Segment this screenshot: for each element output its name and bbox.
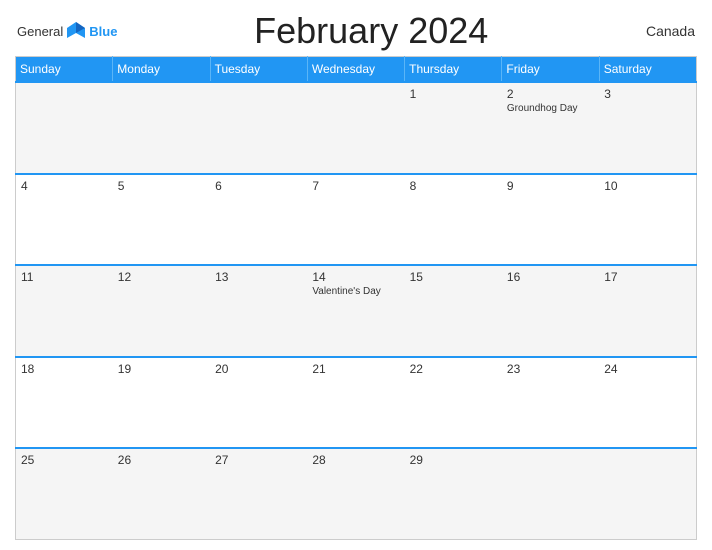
calendar-page: General Blue February 2024 Canada Sunday… — [0, 0, 712, 550]
day-number: 21 — [312, 362, 399, 376]
calendar-table: Sunday Monday Tuesday Wednesday Thursday… — [15, 56, 697, 540]
day-number: 18 — [21, 362, 108, 376]
day-number: 15 — [410, 270, 497, 284]
calendar-cell: 20 — [210, 357, 307, 449]
calendar-cell: 14 Valentine's Day — [307, 265, 404, 357]
calendar-cell: 27 — [210, 448, 307, 540]
calendar-cell — [599, 448, 696, 540]
day-number: 26 — [118, 453, 205, 467]
day-number: 2 — [507, 87, 594, 101]
calendar-week-row: 456789 10 — [16, 174, 697, 266]
day-number: 13 — [215, 270, 302, 284]
calendar-cell: 26 — [113, 448, 210, 540]
logo-general-text: General — [17, 24, 63, 39]
calendar-cell — [307, 82, 404, 174]
calendar-cell: 5 — [113, 174, 210, 266]
col-thursday: Thursday — [405, 57, 502, 83]
calendar-cell: 8 — [405, 174, 502, 266]
day-number: 22 — [410, 362, 497, 376]
calendar-cell: 17 — [599, 265, 696, 357]
col-saturday: Saturday — [599, 57, 696, 83]
calendar-cell — [113, 82, 210, 174]
day-number: 23 — [507, 362, 594, 376]
col-friday: Friday — [502, 57, 599, 83]
calendar-week-row: 18 19 20 21 22 23 24 — [16, 357, 697, 449]
day-number: 7 — [312, 179, 399, 193]
calendar-cell: 13 — [210, 265, 307, 357]
header: General Blue February 2024 Canada — [15, 10, 697, 52]
logo-icon — [65, 20, 87, 42]
day-number: 1 — [410, 87, 497, 101]
day-number: 29 — [410, 453, 497, 467]
day-number: 4 — [21, 179, 108, 193]
day-number: 16 — [507, 270, 594, 284]
calendar-cell: 4 — [16, 174, 113, 266]
calendar-cell: 16 — [502, 265, 599, 357]
calendar-cell — [210, 82, 307, 174]
logo-blue-text: Blue — [89, 24, 117, 39]
calendar-week-row: 12 Groundhog Day 3 — [16, 82, 697, 174]
day-number: 3 — [604, 87, 691, 101]
day-number: 24 — [604, 362, 691, 376]
calendar-cell: 1 — [405, 82, 502, 174]
calendar-cell: 10 — [599, 174, 696, 266]
day-number: 5 — [118, 179, 205, 193]
calendar-cell: 9 — [502, 174, 599, 266]
day-number: 10 — [604, 179, 691, 193]
day-number: 6 — [215, 179, 302, 193]
calendar-cell: 15 — [405, 265, 502, 357]
day-number: 14 — [312, 270, 399, 284]
day-number: 12 — [118, 270, 205, 284]
calendar-cell: 29 — [405, 448, 502, 540]
holiday-name: Groundhog Day — [507, 103, 594, 114]
day-number: 25 — [21, 453, 108, 467]
logo: General Blue — [17, 20, 117, 42]
day-number: 19 — [118, 362, 205, 376]
calendar-cell — [16, 82, 113, 174]
day-number: 9 — [507, 179, 594, 193]
day-number: 11 — [21, 270, 108, 284]
month-title: February 2024 — [117, 10, 625, 52]
calendar-cell: 2 Groundhog Day — [502, 82, 599, 174]
calendar-cell: 18 — [16, 357, 113, 449]
calendar-cell: 6 — [210, 174, 307, 266]
col-tuesday: Tuesday — [210, 57, 307, 83]
calendar-cell: 28 — [307, 448, 404, 540]
holiday-name: Valentine's Day — [312, 286, 399, 297]
calendar-cell: 7 — [307, 174, 404, 266]
calendar-cell: 22 — [405, 357, 502, 449]
calendar-cell — [502, 448, 599, 540]
calendar-cell: 19 — [113, 357, 210, 449]
calendar-cell: 3 — [599, 82, 696, 174]
calendar-cell: 12 — [113, 265, 210, 357]
col-wednesday: Wednesday — [307, 57, 404, 83]
calendar-cell: 25 — [16, 448, 113, 540]
col-sunday: Sunday — [16, 57, 113, 83]
calendar-header-row: Sunday Monday Tuesday Wednesday Thursday… — [16, 57, 697, 83]
day-number: 17 — [604, 270, 691, 284]
day-number: 28 — [312, 453, 399, 467]
day-number: 20 — [215, 362, 302, 376]
calendar-cell: 23 — [502, 357, 599, 449]
calendar-week-row: 25 26 27 28 29 — [16, 448, 697, 540]
day-number: 27 — [215, 453, 302, 467]
day-number: 8 — [410, 179, 497, 193]
country-label: Canada — [625, 23, 695, 39]
calendar-cell: 21 — [307, 357, 404, 449]
calendar-week-row: 11 12 13 14 Valentine's Day 15 16 17 — [16, 265, 697, 357]
calendar-cell: 24 — [599, 357, 696, 449]
calendar-cell: 11 — [16, 265, 113, 357]
col-monday: Monday — [113, 57, 210, 83]
